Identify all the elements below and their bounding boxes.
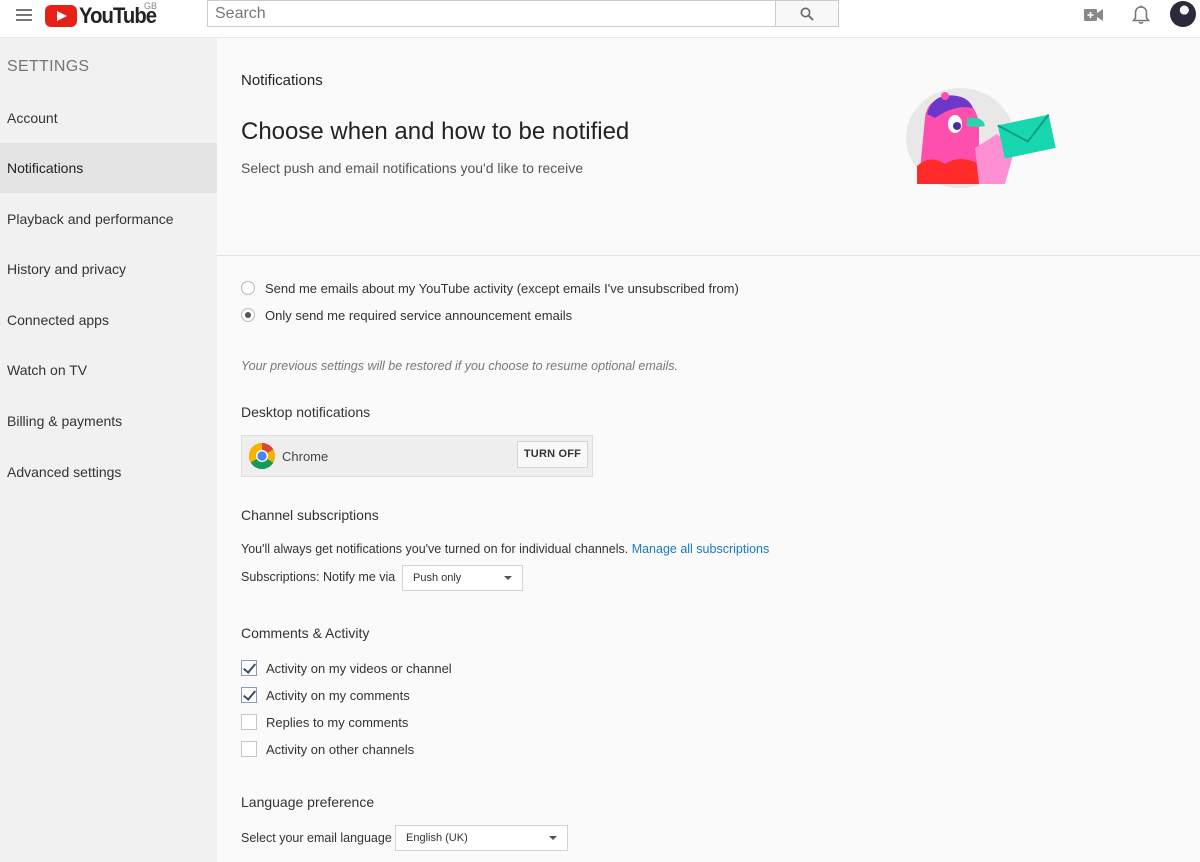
radio-label: Send me emails about my YouTube activity…: [265, 280, 739, 296]
sidebar-item-playback[interactable]: Playback and performance: [0, 194, 217, 244]
checkbox-unchecked[interactable]: [241, 741, 257, 757]
sidebar-item-account[interactable]: Account: [0, 93, 217, 143]
checkbox-label: Activity on my comments: [266, 687, 410, 703]
region-code: GB: [144, 1, 158, 11]
language-preference-title: Language preference: [241, 794, 375, 810]
section-divider: [217, 255, 1200, 256]
page-subtitle: Select push and email notifications you'…: [241, 160, 583, 176]
sidebar-item-watch-on-tv[interactable]: Watch on TV: [0, 345, 217, 395]
chevron-down-icon: [504, 576, 512, 580]
notify-via-label: Subscriptions: Notify me via: [241, 570, 396, 584]
main-content: Notifications Choose when and how to be …: [217, 38, 1200, 862]
checkbox-checked[interactable]: [241, 687, 257, 703]
sidebar-item-connected-apps[interactable]: Connected apps: [0, 295, 217, 345]
video-camera-icon: [1084, 9, 1103, 21]
search-button[interactable]: [775, 0, 839, 27]
page-title: Choose when and how to be notified: [241, 118, 630, 145]
sidebar-item-advanced[interactable]: Advanced settings: [0, 447, 217, 497]
radio-button-selected[interactable]: [241, 308, 255, 322]
comments-activity-title: Comments & Activity: [241, 625, 370, 641]
checkbox-label: Activity on other channels: [266, 741, 415, 757]
checkbox-checked[interactable]: [241, 660, 257, 676]
sidebar-item-billing[interactable]: Billing & payments: [0, 396, 217, 446]
desktop-notification-row: Chrome TURN OFF: [241, 435, 593, 477]
avatar[interactable]: [1170, 1, 1196, 27]
sidebar-item-history[interactable]: History and privacy: [0, 244, 217, 294]
youtube-logo-icon: [45, 5, 77, 27]
chrome-icon: [248, 442, 276, 470]
chevron-down-icon: [549, 836, 557, 840]
channel-subscriptions-title: Channel subscriptions: [241, 507, 379, 523]
checkbox-activity-videos[interactable]: Activity on my videos or channel: [241, 659, 452, 677]
page-heading: Notifications: [241, 72, 323, 89]
settings-sidebar: SETTINGS Account Notifications Playback …: [0, 38, 217, 862]
search-box: [207, 0, 775, 27]
search-icon: [800, 7, 814, 21]
sidebar-heading: SETTINGS: [7, 58, 90, 75]
email-language-select[interactable]: English (UK): [395, 825, 568, 851]
notify-via-value: Push only: [413, 572, 462, 584]
browser-name: Chrome: [282, 449, 329, 464]
email-language-value: English (UK): [406, 832, 468, 844]
checkbox-unchecked[interactable]: [241, 714, 257, 730]
upload-button[interactable]: [1083, 4, 1105, 26]
email-option-required[interactable]: Only send me required service announceme…: [241, 306, 572, 324]
checkbox-other-channels[interactable]: Activity on other channels: [241, 740, 414, 758]
sidebar-item-notifications[interactable]: Notifications: [0, 143, 217, 193]
radio-button[interactable]: [241, 281, 255, 295]
restore-note: Your previous settings will be restored …: [241, 359, 679, 373]
bell-icon: [1132, 5, 1150, 25]
checkbox-label: Activity on my videos or channel: [266, 660, 452, 676]
subscriptions-description: You'll always get notifications you've t…: [241, 542, 629, 556]
notification-illustration: [906, 88, 1056, 188]
manage-subscriptions-link[interactable]: Manage all subscriptions: [632, 542, 770, 556]
radio-label: Only send me required service announceme…: [265, 307, 573, 323]
search-input[interactable]: [208, 1, 775, 26]
checkbox-activity-comments[interactable]: Activity on my comments: [241, 686, 410, 704]
notify-via-select[interactable]: Push only: [402, 565, 523, 591]
email-language-label: Select your email language: [241, 831, 392, 845]
checkbox-replies[interactable]: Replies to my comments: [241, 713, 408, 731]
desktop-notifications-title: Desktop notifications: [241, 404, 371, 420]
email-option-all[interactable]: Send me emails about my YouTube activity…: [241, 279, 739, 297]
masthead: YouTube GB: [0, 0, 1200, 38]
checkbox-label: Replies to my comments: [266, 714, 409, 730]
subscriptions-text-line: You'll always get notifications you've t…: [241, 542, 769, 556]
notifications-button[interactable]: [1130, 4, 1152, 26]
turn-off-button[interactable]: TURN OFF: [517, 441, 588, 468]
hamburger-icon[interactable]: [16, 9, 32, 23]
